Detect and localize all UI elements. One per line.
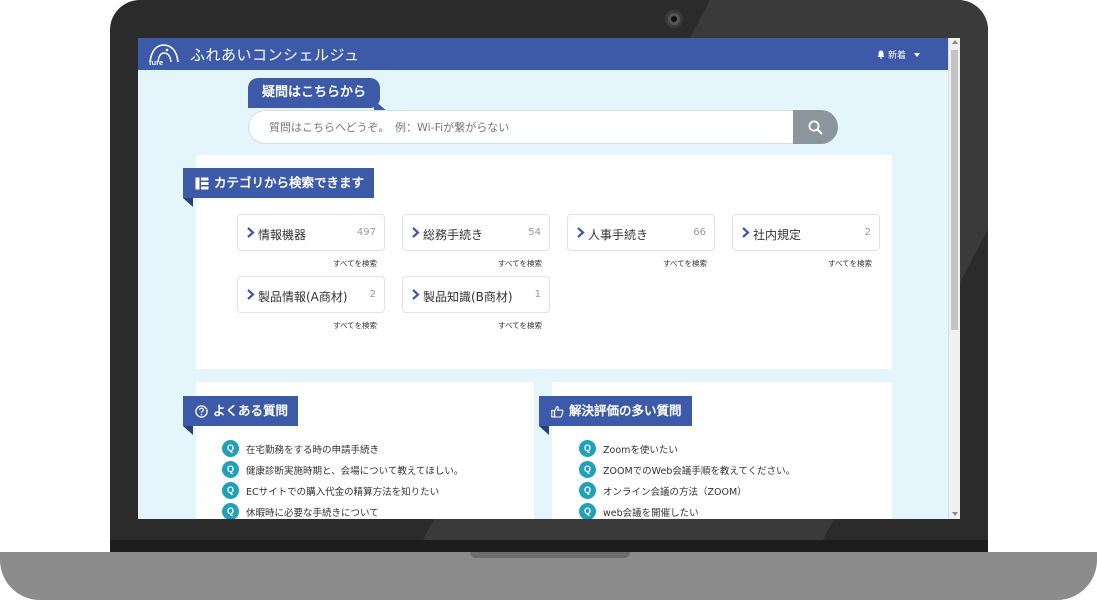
category-card-hr-procedures[interactable]: 人事手続き 66	[567, 214, 715, 251]
chevron-right-icon	[247, 227, 255, 238]
search-input[interactable]	[248, 110, 794, 144]
category-count: 2	[864, 227, 871, 238]
chevron-right-icon	[577, 227, 585, 238]
category-name: 製品情報(A商材)	[258, 290, 348, 304]
search-all-link[interactable]: すべてを検索	[333, 258, 377, 269]
faq-item-text: ECサイトでの購入代金の精算方法を知りたい	[246, 486, 440, 498]
thumbs-up-icon	[551, 405, 564, 418]
category-count: 54	[528, 227, 541, 238]
question-badge-icon: Q	[579, 440, 596, 457]
category-tree-icon	[195, 177, 209, 189]
category-card-information-devices[interactable]: 情報機器 497	[237, 214, 385, 251]
chevron-right-icon	[742, 227, 750, 238]
highly-rated-section-title-text: 解決評価の多い質問	[569, 403, 682, 418]
rated-item[interactable]: Q オンライン会議の方法（ZOOM）	[579, 480, 795, 501]
highly-rated-section-title: 解決評価の多い質問	[539, 396, 692, 435]
scrollbar-thumb[interactable]	[951, 50, 958, 330]
category-card-general-affairs[interactable]: 総務手続き 54	[402, 214, 550, 251]
chevron-down-icon	[914, 52, 920, 57]
bell-icon	[877, 50, 885, 59]
search-all-link[interactable]: すべてを検索	[828, 258, 872, 269]
question-badge-icon: Q	[222, 482, 239, 499]
question-badge-icon: Q	[222, 503, 239, 519]
question-badge-icon: Q	[222, 440, 239, 457]
category-name: 人事手続き	[588, 228, 649, 242]
laptop-base	[0, 552, 1097, 600]
category-card-product-knowledge-b[interactable]: 製品知識(B商材) 1	[402, 276, 550, 313]
search-heading-bubble: 疑問はこちらから	[248, 78, 389, 112]
faq-item-text: 休暇時に必要な手続きについて	[246, 507, 379, 519]
scrollbar[interactable]	[948, 38, 960, 519]
notifications-label: 新着	[887, 51, 906, 61]
chevron-right-icon	[412, 227, 420, 238]
category-name: 製品知識(B商材)	[423, 290, 513, 304]
rated-item-text: オンライン会議の方法（ZOOM）	[603, 486, 747, 498]
rated-item[interactable]: Q Zoomを使いたい	[579, 438, 795, 459]
faq-item-text: 健康診断実施時期と、会場について教えてほしい。	[246, 465, 464, 477]
rated-item-text: Zoomを使いたい	[603, 444, 678, 456]
search-button[interactable]	[793, 110, 838, 144]
rated-item-text: ZOOMでのWeb会議手順を教えてください。	[603, 465, 796, 477]
question-badge-icon: Q	[579, 482, 596, 499]
category-count: 497	[356, 227, 376, 238]
category-count: 1	[534, 289, 541, 300]
category-name: 総務手続き	[423, 228, 484, 242]
question-badge-icon: Q	[222, 461, 239, 478]
search-all-link[interactable]: すべてを検索	[333, 320, 377, 331]
question-circle-icon	[195, 404, 208, 418]
rated-item[interactable]: Q ZOOMでのWeb会議手順を教えてください。	[579, 459, 795, 480]
faq-section-title: よくある質問	[183, 396, 299, 435]
webcam	[665, 10, 683, 28]
question-badge-icon: Q	[579, 461, 596, 478]
search-icon	[808, 120, 823, 134]
scroll-down-arrow-icon[interactable]	[952, 512, 958, 516]
rated-item[interactable]: Qweb会議を開催したい	[579, 501, 795, 519]
scroll-up-arrow-icon[interactable]	[952, 40, 958, 44]
faq-item[interactable]: Q 休暇時に必要な手続きについて	[222, 501, 463, 519]
category-name: 情報機器	[258, 228, 307, 242]
category-count: 2	[369, 289, 376, 300]
search-all-link[interactable]: すべてを検索	[498, 320, 542, 331]
question-badge-icon: Q	[579, 503, 596, 519]
faq-item[interactable]: Q 在宅勤務をする時の申請手続き	[222, 438, 463, 459]
top-navigation-bar: fure ふれあいコンシェルジュ 新着	[138, 38, 948, 70]
rated-item-text: web会議を開催したい	[603, 507, 699, 519]
faq-list: Q 在宅勤務をする時の申請手続き Q 健康診断実施時期と、会場について教えてほしい。…	[222, 438, 463, 519]
screen: fure ふれあいコンシェルジュ 新着 疑問はこちらから 情報機	[138, 38, 960, 519]
category-count: 66	[693, 227, 706, 238]
faq-section-title-text: よくある質問	[213, 403, 289, 418]
category-card-company-rules[interactable]: 社内規定 2	[732, 214, 880, 251]
faq-item[interactable]: Q ECサイトでの購入代金の精算方法を知りたい	[222, 480, 463, 501]
category-card-product-info-a[interactable]: 製品情報(A商材) 2	[237, 276, 385, 313]
search-all-link[interactable]: すべてを検索	[663, 258, 707, 269]
category-section-title: カテゴリから検索できます	[183, 168, 375, 207]
faq-item-text: 在宅勤務をする時の申請手続き	[246, 444, 380, 456]
fure-logo[interactable]: fure	[146, 42, 182, 67]
search-all-link[interactable]: すべてを検索	[498, 258, 542, 269]
logo-text: fure	[149, 58, 163, 66]
chevron-right-icon	[412, 289, 420, 300]
highly-rated-list: Q Zoomを使いたい Q ZOOMでのWeb会議手順を教えてください。 Q オンライ…	[579, 438, 795, 519]
category-name: 社内規定	[753, 228, 802, 242]
notifications-menu[interactable]: 新着	[877, 48, 920, 61]
app-title: ふれあいコンシェルジュ	[190, 47, 360, 64]
chevron-right-icon	[247, 289, 255, 300]
laptop-notch	[470, 552, 630, 558]
category-section-title-text: カテゴリから検索できます	[214, 175, 365, 190]
faq-item[interactable]: Q 健康診断実施時期と、会場について教えてほしい。	[222, 459, 463, 480]
